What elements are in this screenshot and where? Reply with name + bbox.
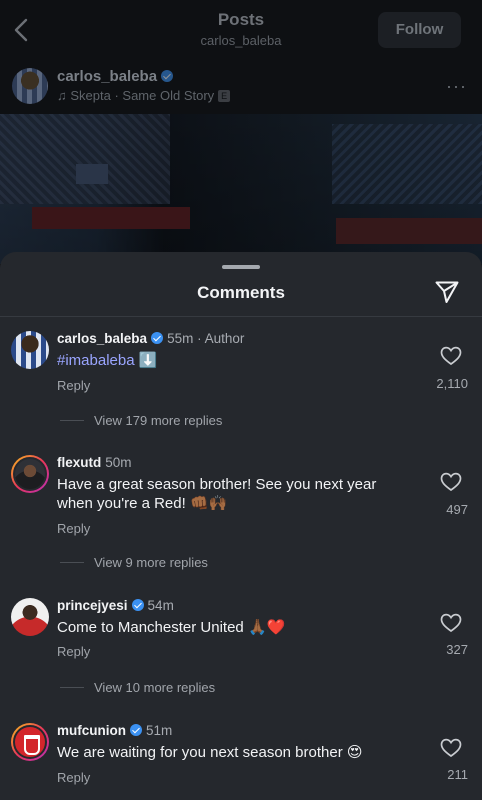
view-more-replies[interactable]: View 9 more replies — [60, 555, 208, 570]
follow-button[interactable]: Follow — [378, 12, 461, 48]
comment-emoji: 😍 — [346, 744, 363, 761]
comment-body: Come to Manchester United — [57, 619, 244, 636]
comment-time: 51m — [146, 723, 173, 738]
avatar-logo — [24, 735, 40, 755]
photo-sign — [76, 164, 108, 184]
reply-button[interactable]: Reply — [57, 644, 90, 659]
replies-line — [60, 420, 84, 421]
commenter-username[interactable]: princejyesi 54m — [57, 598, 174, 613]
music-label: Skepta · Same Old Story — [70, 88, 215, 103]
post-header: carlos_baleba ♫ Skepta · Same Old Story E… — [0, 62, 482, 114]
comment-emoji: 🙏🏾❤️ — [247, 619, 286, 636]
music-note-icon: ♫ — [57, 88, 67, 103]
post-author-name: carlos_baleba — [57, 68, 158, 85]
commenter-avatar[interactable] — [11, 723, 49, 761]
commenter-username[interactable]: mufcunion 51m — [57, 723, 172, 738]
like-count: 497 — [446, 502, 468, 517]
commenter-avatar[interactable] — [11, 598, 49, 636]
comment-body: We are waiting for you next season broth… — [57, 744, 343, 761]
photo-ad-board-right — [336, 218, 482, 244]
explicit-badge: E — [218, 90, 231, 102]
avatar-image — [13, 457, 47, 491]
photo-ad-board-left — [32, 207, 190, 229]
commenter-username[interactable]: carlos_baleba 55m · Author — [57, 331, 244, 346]
comment-text: #imabaleba ⬇️ — [57, 351, 407, 370]
reply-button[interactable]: Reply — [57, 521, 90, 536]
username-text: carlos_baleba — [57, 331, 148, 346]
comment-emoji: ⬇️ — [138, 352, 158, 369]
view-more-replies[interactable]: View 10 more replies — [60, 680, 215, 695]
view-more-replies-label: View 9 more replies — [94, 555, 208, 570]
avatar-image — [13, 725, 47, 759]
comments-title: Comments — [197, 283, 285, 302]
post-photo — [0, 114, 482, 264]
header-divider — [0, 316, 482, 317]
verified-icon — [131, 599, 144, 611]
share-icon[interactable] — [434, 279, 460, 305]
like-heart-icon[interactable] — [440, 738, 462, 758]
photo-crowd-right — [332, 124, 482, 204]
like-count: 2,110 — [436, 376, 468, 391]
like-count: 211 — [447, 767, 468, 782]
like-heart-icon[interactable] — [440, 346, 462, 366]
view-more-replies-label: View 179 more replies — [94, 413, 223, 428]
like-heart-icon[interactable] — [440, 613, 462, 633]
more-options-icon[interactable]: ··· — [446, 76, 467, 97]
view-more-replies-label: View 10 more replies — [94, 680, 216, 695]
photo-crowd-left — [0, 114, 170, 204]
comment-text: Come to Manchester United 🙏🏾❤️ — [57, 618, 407, 637]
reply-button[interactable]: Reply — [57, 770, 90, 785]
username-text: mufcunion — [57, 723, 126, 738]
reply-button[interactable]: Reply — [57, 378, 90, 393]
comment-time: 50m — [105, 455, 132, 470]
username-text: princejyesi — [57, 598, 128, 613]
commenter-avatar[interactable] — [11, 455, 49, 493]
top-bar: Posts carlos_baleba Follow — [0, 0, 482, 62]
like-count: 327 — [446, 642, 468, 657]
comment-text: Have a great season brother! See you nex… — [57, 475, 407, 513]
commenter-avatar[interactable] — [11, 331, 49, 369]
verified-icon — [151, 332, 164, 344]
view-more-replies[interactable]: View 179 more replies — [60, 413, 222, 428]
comment-time: 55m · Author — [167, 331, 245, 346]
post-author-username[interactable]: carlos_baleba — [57, 68, 174, 85]
comments-sheet: Comments carlos_baleba 55m · Author #imab… — [0, 252, 482, 800]
username-text: flexutd — [57, 455, 102, 470]
comment-time: 54m — [147, 598, 174, 613]
replies-line — [60, 687, 84, 688]
hashtag-link[interactable]: #imabaleba — [57, 352, 135, 369]
like-heart-icon[interactable] — [440, 472, 462, 492]
verified-icon — [161, 70, 174, 82]
replies-line — [60, 562, 84, 563]
sheet-grab-handle[interactable] — [222, 265, 260, 269]
post-author-avatar[interactable] — [12, 68, 48, 104]
comment-text: We are waiting for you next season broth… — [57, 743, 407, 762]
verified-icon — [130, 724, 142, 736]
commenter-username[interactable]: flexutd 50m — [57, 455, 132, 470]
comment-emoji: 👊🏾🙌🏾 — [189, 495, 228, 512]
post-music[interactable]: ♫ Skepta · Same Old Story E — [57, 88, 231, 103]
